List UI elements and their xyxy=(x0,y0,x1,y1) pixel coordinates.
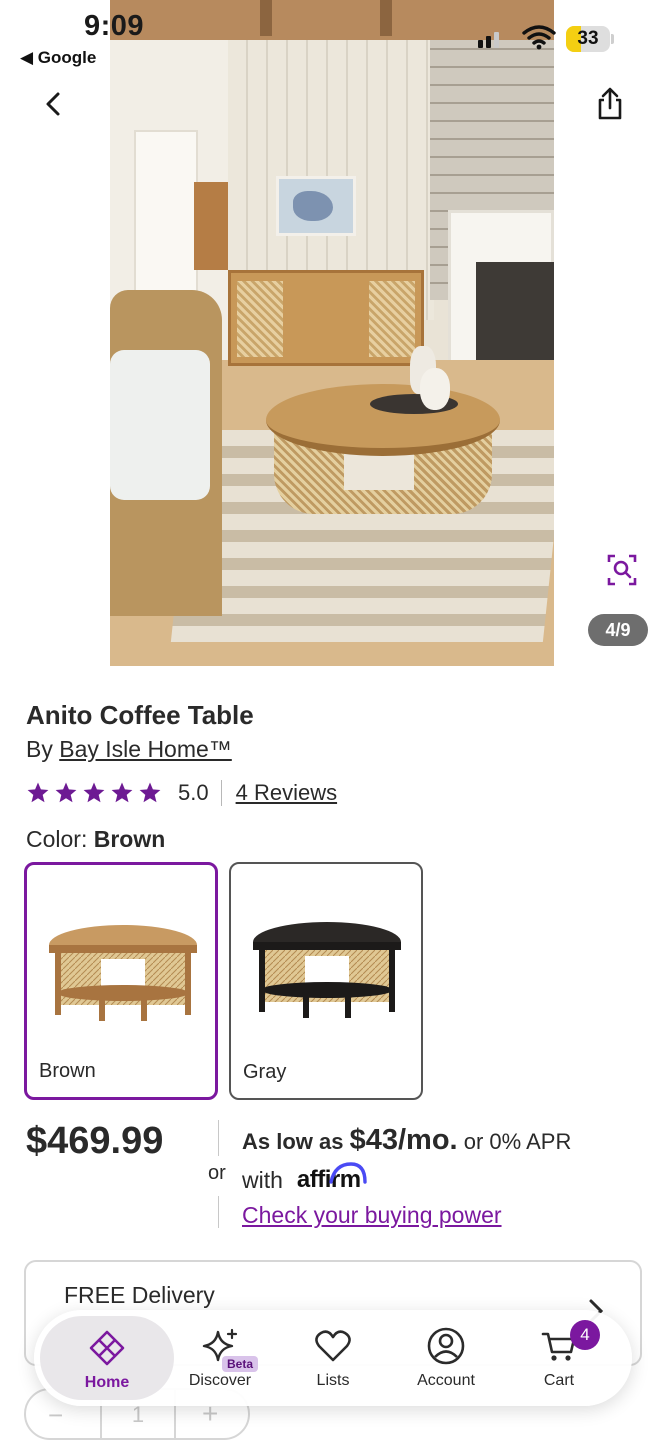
zoom-search-icon xyxy=(607,554,637,586)
tab-label: Lists xyxy=(316,1372,350,1389)
color-swatch-brown[interactable]: Brown xyxy=(24,862,218,1100)
account-icon xyxy=(427,1327,465,1365)
beta-badge: Beta xyxy=(222,1356,259,1372)
tab-home[interactable]: Home xyxy=(40,1316,174,1400)
star-rating xyxy=(26,781,162,805)
price-divider xyxy=(218,1120,219,1156)
color-swatch-label: Gray xyxy=(243,1061,287,1083)
image-counter-badge: 4/9 xyxy=(588,614,648,646)
back-button[interactable] xyxy=(36,86,72,122)
financing-provider: with affirm xyxy=(242,1162,367,1194)
price-divider xyxy=(218,1196,219,1228)
financing-offer: As low as $43/mo. or 0% APR xyxy=(242,1124,571,1157)
tab-account[interactable]: Account xyxy=(390,1310,502,1406)
wifi-icon xyxy=(522,24,556,50)
tab-label: Discover xyxy=(188,1372,252,1389)
check-buying-power-link[interactable]: Check your buying power xyxy=(242,1202,502,1229)
rating-value: 5.0 xyxy=(178,780,209,805)
rating-row[interactable]: 5.0 4 Reviews xyxy=(26,776,337,810)
as-low-as-label: As low as xyxy=(242,1129,344,1154)
color-swatch-label: Brown xyxy=(39,1060,96,1082)
heart-icon xyxy=(315,1330,351,1362)
star-icon xyxy=(139,782,161,803)
back-to-app-link[interactable]: ◀ Google xyxy=(20,48,96,68)
battery-icon: 33 xyxy=(566,26,614,52)
battery-level: 33 xyxy=(577,28,599,49)
tab-label: Cart xyxy=(543,1372,575,1389)
tab-lists[interactable]: Lists xyxy=(277,1310,389,1406)
brown-table-thumbnail xyxy=(49,925,197,1021)
apr-label: or 0% APR xyxy=(463,1129,572,1154)
color-label-prefix: Color: xyxy=(26,826,88,852)
or-label: or xyxy=(208,1162,226,1184)
product-image-gallery[interactable]: 4/9 xyxy=(0,0,666,668)
selected-color-name: Brown xyxy=(93,826,166,852)
star-icon xyxy=(83,782,105,803)
tab-label: Account xyxy=(417,1372,475,1389)
affirm-logo: affirm xyxy=(297,1162,367,1194)
star-icon xyxy=(111,782,133,803)
color-swatch-gray[interactable]: Gray xyxy=(229,862,423,1100)
share-icon xyxy=(598,87,622,120)
with-label: with xyxy=(242,1166,283,1193)
tab-cart[interactable]: Cart xyxy=(503,1310,615,1406)
star-icon xyxy=(27,782,49,803)
gray-table-thumbnail xyxy=(253,922,401,1018)
home-icon xyxy=(89,1330,125,1366)
color-label: Color: Brown xyxy=(26,826,165,853)
product-price: $469.99 xyxy=(26,1120,164,1162)
clock: 9:09 xyxy=(84,10,145,42)
cellular-signal-icon xyxy=(478,30,500,48)
reviews-link[interactable]: 4 Reviews xyxy=(236,780,337,806)
tab-label: Home xyxy=(84,1374,130,1391)
by-prefix: By xyxy=(26,736,53,762)
brand-line: By Bay Isle Home™ xyxy=(26,736,232,763)
status-bar: 9:09 ◀ Google 33 xyxy=(0,0,666,70)
tab-discover[interactable]: Discover xyxy=(164,1310,276,1406)
star-icon xyxy=(55,782,77,803)
share-button[interactable] xyxy=(590,84,630,124)
brand-link[interactable]: Bay Isle Home™ xyxy=(59,736,232,762)
rating-divider xyxy=(220,780,222,806)
cart-count-badge: 4 xyxy=(570,1320,600,1350)
product-title: Anito Coffee Table xyxy=(26,700,254,730)
affirm-arc-icon xyxy=(329,1162,367,1184)
chevron-left-icon xyxy=(46,92,60,116)
delivery-title: FREE Delivery xyxy=(64,1282,215,1308)
quantity-decrease-button[interactable]: − xyxy=(48,1400,63,1431)
monthly-price: $43/mo. xyxy=(349,1124,458,1156)
bottom-tab-bar: Home Discover Beta Lists Account Cart 4 xyxy=(34,1310,632,1406)
product-photo[interactable] xyxy=(110,0,554,666)
zoom-button[interactable] xyxy=(600,550,644,590)
